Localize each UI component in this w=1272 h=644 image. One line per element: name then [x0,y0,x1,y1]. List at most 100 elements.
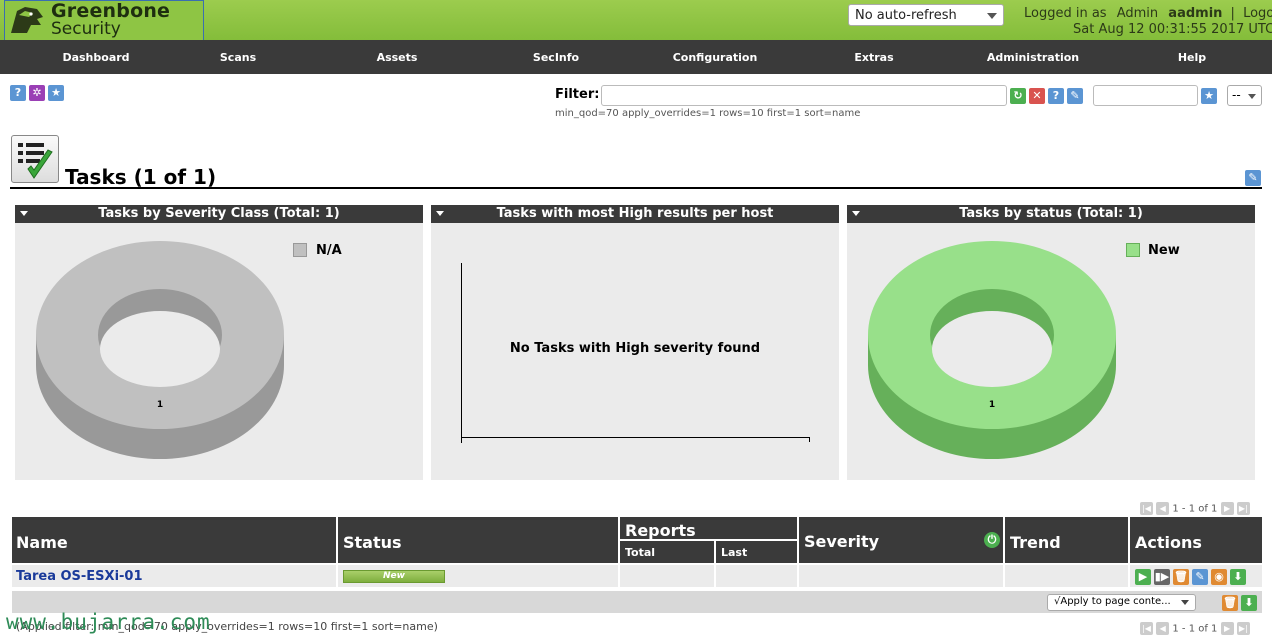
panel-header: Tasks by status (Total: 1) [847,205,1255,223]
next-page-icon[interactable]: ▶ [1220,502,1234,515]
title-divider [10,187,1262,189]
last-page-icon[interactable]: ▶| [1236,502,1250,515]
table-row [12,565,1262,587]
legend-label: N/A [316,243,342,258]
nav-assets[interactable]: Assets [377,51,418,64]
bulk-trashcan-icon[interactable]: 🗑 [1222,595,1238,611]
panel-header: Tasks with most High results per host [431,205,839,223]
chevron-down-icon [987,13,997,19]
severity-class-panel: Tasks by Severity Class (Total: 1) N/A 1 [15,205,423,480]
donut-hole [100,311,220,387]
col-trend-header: Trend [1005,517,1130,563]
panel-title: Tasks by status (Total: 1) [959,206,1143,221]
top-pagination: |◀ ◀ 1 - 1 of 1 ▶ ▶| [1140,502,1250,515]
user-role: Admin [1116,6,1159,21]
saved-filter-select[interactable]: -- [1227,85,1262,106]
help-icon[interactable]: ? [10,85,26,101]
next-page-icon[interactable]: ▶ [1220,622,1234,635]
col-reports-total-header[interactable]: Total [620,541,716,563]
overrides-toggle-icon[interactable]: ⏻ [984,532,1000,548]
nav-help[interactable]: Help [1178,51,1206,64]
panel-header: Tasks by Severity Class (Total: 1) [15,205,423,223]
save-filter-star-icon[interactable]: ★ [1201,88,1217,104]
severity-cell [799,565,1005,587]
watermark: www.bujarra.com [6,610,211,634]
bulk-export-icon[interactable]: ⬇ [1241,595,1257,611]
status-donut-chart: 1 [868,241,1116,459]
nav-configuration[interactable]: Configuration [673,51,758,64]
trashcan-icon[interactable]: 🗑 [1173,569,1189,585]
nav-administration[interactable]: Administration [987,51,1079,64]
auto-refresh-value: No auto-refresh [855,8,957,23]
panel-title: Tasks by Severity Class (Total: 1) [98,206,340,221]
export-task-icon[interactable]: ⬇ [1230,569,1246,585]
filter-help-icon[interactable]: ? [1048,88,1064,104]
bottom-pagination: |◀ ◀ 1 - 1 of 1 ▶ ▶| [1140,622,1250,635]
bulk-apply-value: √Apply to page conte... [1054,596,1171,607]
task-name-link[interactable]: Tarea OS-ESXi-01 [16,569,143,584]
slice-value-label: 1 [989,400,995,410]
filter-label: Filter: [555,87,600,102]
login-separator: | [1230,6,1235,21]
auto-refresh-select[interactable]: No auto-refresh [848,4,1004,26]
collapse-triangle-icon[interactable] [436,211,444,216]
start-task-icon[interactable]: ▶ [1135,569,1151,585]
col-name-header[interactable]: Name [12,517,338,563]
tasks-checklist-icon [18,143,53,179]
edit-filter-icon[interactable]: ✎ [1067,88,1083,104]
new-task-star-icon[interactable]: ★ [48,85,64,101]
chevron-down-icon [1181,600,1189,605]
logged-in-label: Logged in as [1024,6,1107,21]
page-title: Tasks (1 of 1) [65,165,217,189]
tasks-icon [11,135,59,183]
collapse-triangle-icon[interactable] [20,211,28,216]
donut-hole [932,311,1052,387]
prev-page-icon[interactable]: ◀ [1156,622,1170,635]
nav-dashboard[interactable]: Dashboard [62,51,129,64]
reset-filter-icon[interactable]: ✕ [1029,88,1045,104]
trend-cell [1005,565,1130,587]
no-data-message: No Tasks with High severity found [509,341,761,356]
reports-total-cell [620,565,716,587]
clone-task-icon[interactable]: ◉ [1211,569,1227,585]
col-reports-header: Reports [620,517,799,541]
filter-input[interactable] [601,85,1007,106]
main-nav: Dashboard Scans Assets SecInfo Configura… [0,40,1272,74]
first-page-icon[interactable]: |◀ [1140,502,1153,515]
prev-page-icon[interactable]: ◀ [1156,502,1170,515]
slice-value-label: 1 [157,400,163,410]
saved-filter-value: -- [1232,88,1241,102]
nav-extras[interactable]: Extras [854,51,893,64]
chevron-down-icon [1248,94,1256,99]
legend-swatch [1126,243,1140,257]
col-severity-header[interactable]: Severity ⏻ [799,517,1005,563]
login-info: Logged in as Admin aadmin | Logout [1024,6,1272,21]
refresh-filter-icon[interactable]: ↻ [1010,88,1026,104]
new-task-wizard-icon[interactable]: ✲ [29,85,45,101]
col-reports-last-header[interactable]: Last [716,541,799,563]
col-status-header[interactable]: Status [338,517,620,563]
edit-dashboard-wrench-icon[interactable]: ✎ [1245,170,1261,186]
greenbone-logo[interactable]: Greenbone Security Assistant [4,0,204,59]
first-page-icon[interactable]: |◀ [1140,622,1153,635]
col-actions-header: Actions [1130,517,1262,563]
pagination-count: 1 - 1 of 1 [1172,623,1218,635]
x-axis [461,437,809,438]
legend-swatch [293,243,307,257]
last-page-icon[interactable]: ▶| [1236,622,1250,635]
resume-task-icon[interactable]: ▮▶ [1154,569,1170,585]
nav-scans[interactable]: Scans [220,51,256,64]
nav-secinfo[interactable]: SecInfo [533,51,579,64]
legend-label: New [1148,243,1180,258]
edit-task-icon[interactable]: ✎ [1192,569,1208,585]
bulk-apply-select[interactable]: √Apply to page conte... [1047,594,1196,611]
greenbone-dragon-icon [11,7,43,33]
pagination-count: 1 - 1 of 1 [1172,503,1218,515]
collapse-triangle-icon[interactable] [852,211,860,216]
severity-donut-chart: 1 [36,241,284,459]
username[interactable]: aadmin [1168,6,1222,21]
logout-link[interactable]: Logout [1243,6,1272,21]
high-results-panel: Tasks with most High results per host No… [431,205,839,480]
status-badge: New [343,570,445,583]
filter-name-input[interactable] [1093,85,1198,106]
